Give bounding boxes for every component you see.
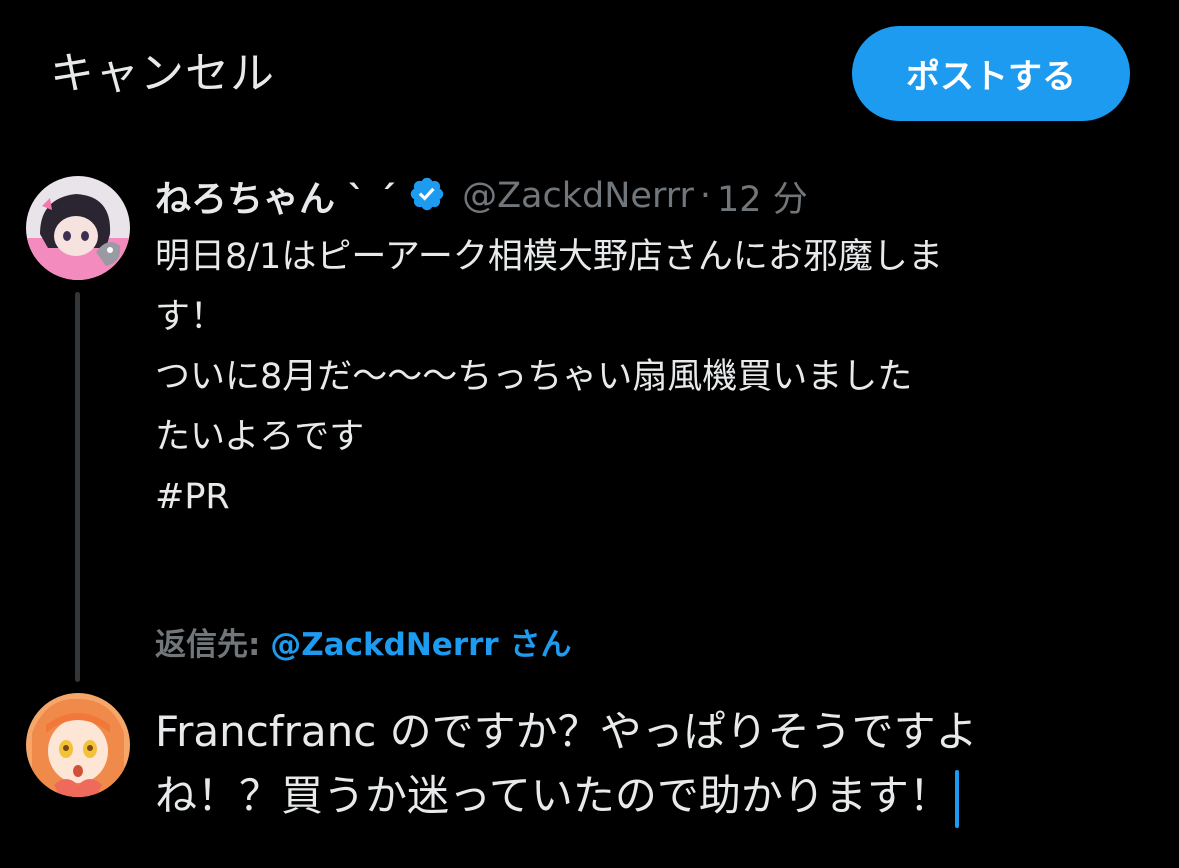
author-handle[interactable]: @ZackdNerrr xyxy=(462,176,694,216)
original-author-avatar[interactable] xyxy=(26,176,130,280)
verified-badge-icon xyxy=(396,175,462,217)
post-hashtag-line[interactable]: #PR xyxy=(155,467,1115,527)
replying-to-handle[interactable]: @ZackdNerrr さん xyxy=(270,627,571,663)
author-display-name[interactable]: ねろちゃん ` ´ xyxy=(155,170,396,222)
replying-to: 返信先: @ZackdNerrr さん xyxy=(155,620,571,670)
post-text-line: たいよろです xyxy=(155,417,365,457)
text-cursor xyxy=(954,769,959,828)
compose-text-line-last[interactable]: ね！？買うか迷っていたので助かります！ xyxy=(155,764,1155,828)
post-text-line: ついに8月だ〜〜〜ちっちゃい扇風機買いました xyxy=(155,357,913,397)
replying-to-label: 返信先: xyxy=(155,627,261,663)
post-button[interactable]: ポストする xyxy=(852,26,1130,121)
compose-text-line[interactable]: ね！？買うか迷っていたので助かります！ xyxy=(155,771,951,820)
reply-compose-field[interactable]: Francfranc のですか？やっぱりそうですよ ね！？買うか迷っていたので助… xyxy=(155,700,1155,828)
post-timestamp: 12 分 xyxy=(717,179,808,220)
post-text-line: 明日8/1はピーアーク相模大野店さんにお邪魔しま xyxy=(155,237,943,277)
cancel-button[interactable]: キャンセル xyxy=(50,44,275,104)
compose-text-line[interactable]: Francfranc のですか？やっぱりそうですよ xyxy=(155,700,1155,764)
post-text-line: す！ xyxy=(155,297,226,337)
original-post-text: 明日8/1はピーアーク相模大野店さんにお邪魔しま す！ ついに8月だ〜〜〜ちっち… xyxy=(155,227,1115,527)
thread-connector-line xyxy=(75,292,80,682)
original-post-header: ねろちゃん ` ´ @ZackdNerrr · 12 分 xyxy=(155,168,808,224)
user-avatar[interactable] xyxy=(26,693,130,797)
header-separator: · xyxy=(699,176,712,216)
compose-topbar: キャンセル ポストする xyxy=(0,0,1179,150)
